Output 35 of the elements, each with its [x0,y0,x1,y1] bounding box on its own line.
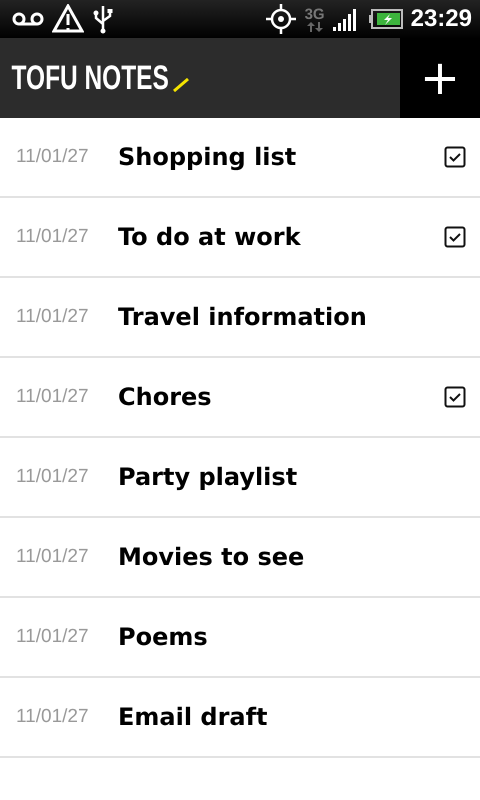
note-date: 11/01/27 [16,144,90,169]
gps-icon [264,3,297,35]
note-row[interactable]: 11/01/27 Poems [0,598,480,678]
battery-charging-icon [368,9,403,29]
note-date: 11/01/27 [16,224,90,249]
note-date: 11/01/27 [16,384,90,409]
note-row[interactable]: 11/01/27 Party playlist [0,438,480,518]
note-title: Chores [118,382,213,413]
note-date: 11/01/27 [16,544,90,569]
note-title: Movies to see [118,542,306,573]
note-title: Travel information [118,302,368,333]
note-title: Email draft [118,702,269,733]
note-row[interactable]: 11/01/27 Shopping list [0,118,480,198]
add-note-button[interactable]: + [400,38,480,118]
network-type-label: 3G [304,6,325,22]
usb-icon [92,4,114,34]
note-row[interactable]: 11/01/27 Travel information [0,278,480,358]
app-title: TOFU NOTES [10,58,169,98]
warning-icon [52,4,84,34]
clock-time: 23:29 [410,4,472,34]
note-title: Shopping list [118,142,298,173]
note-row[interactable]: 11/01/27 To do at work [0,198,480,278]
note-date: 11/01/27 [16,304,90,329]
note-row[interactable]: 11/01/27 Chores [0,358,480,438]
note-title: To do at work [118,222,302,253]
note-date: 11/01/27 [16,704,90,729]
data-arrows-icon [306,22,324,32]
pencil-icon [172,78,188,92]
voicemail-icon [12,12,44,26]
note-date: 11/01/27 [16,624,90,649]
note-title: Party playlist [118,462,298,493]
note-title: Poems [118,622,209,653]
note-date: 11/01/27 [16,464,90,489]
note-row[interactable]: 11/01/27 Email draft [0,678,480,758]
note-row[interactable]: 11/01/27 Movies to see [0,518,480,598]
